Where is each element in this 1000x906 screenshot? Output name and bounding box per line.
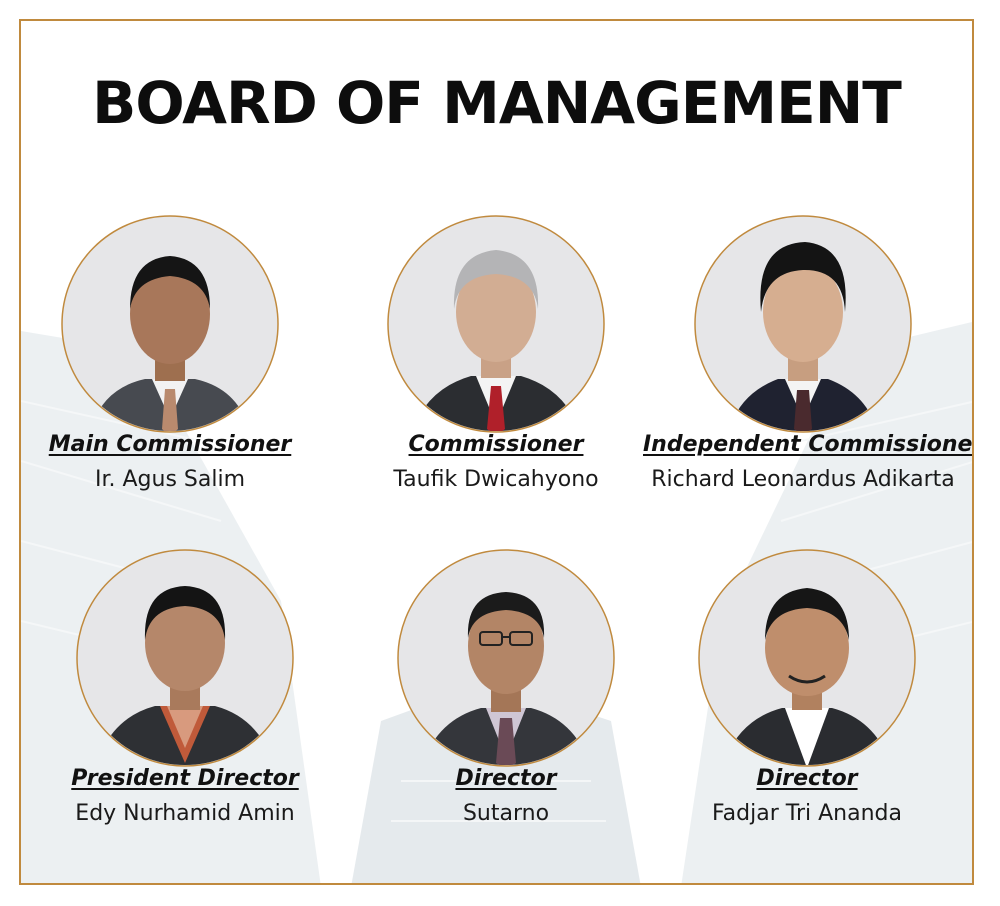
portrait-photo	[697, 548, 917, 768]
member-name: Ir. Agus Salim	[94, 467, 245, 492]
member-role: President Director	[71, 766, 299, 791]
portrait-photo	[75, 548, 295, 768]
member-name: Fadjar Tri Ananda	[712, 801, 902, 826]
portrait-photo	[386, 214, 606, 434]
member-name: Edy Nurhamid Amin	[75, 801, 295, 826]
portrait-photo	[60, 214, 280, 434]
portrait-photo	[396, 548, 616, 768]
member-role: Director	[455, 766, 557, 791]
member-role: Director	[756, 766, 858, 791]
page-title: BOARD OF MANAGEMENT	[92, 69, 902, 137]
member-name: Richard Leonardus Adikarta	[651, 467, 955, 492]
board-frame: BOARD OF MANAGEMENT Main Commissioner Ir…	[19, 19, 974, 885]
member-role: Independent Commissioner	[643, 432, 974, 457]
member-name: Taufik Dwicahyono	[393, 467, 599, 492]
member-role: Commissioner	[408, 432, 584, 457]
member-role: Main Commissioner	[48, 432, 292, 457]
member-name: Sutarno	[462, 801, 550, 826]
portrait-photo	[693, 214, 913, 434]
